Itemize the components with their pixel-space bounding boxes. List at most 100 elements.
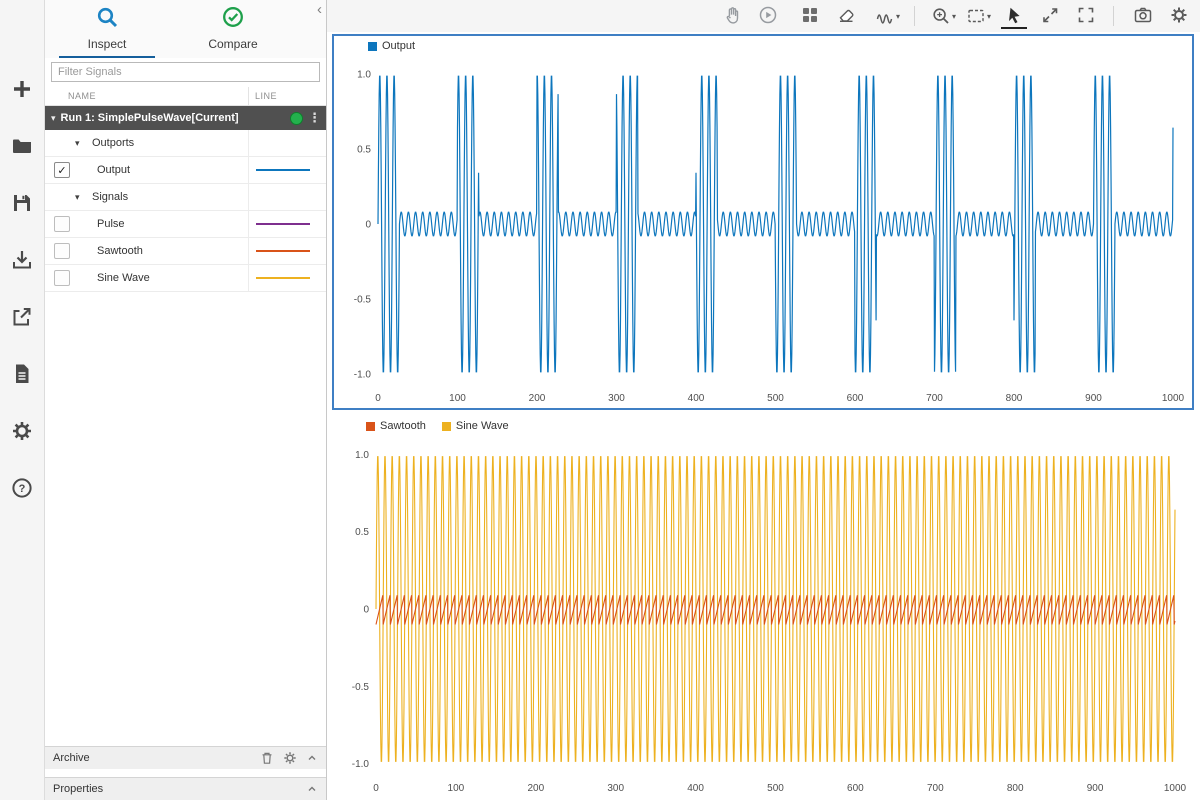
checkbox-cell [45, 243, 77, 259]
legend-item: Output [368, 40, 415, 52]
axis-tick-label: 300 [607, 783, 624, 794]
axis-tick-label: 0 [373, 783, 379, 794]
pan-tool-button[interactable] [719, 3, 745, 29]
axis-tick-label: -0.5 [352, 682, 370, 693]
tab-compare[interactable]: Compare [185, 0, 281, 58]
axis-tick-label: 900 [1087, 783, 1104, 794]
signal-name: Output [97, 164, 248, 176]
preferences-gear-icon [10, 419, 34, 443]
tab-compare-label: Compare [208, 37, 257, 51]
axis-tick-label: 100 [448, 783, 465, 794]
tab-inspect[interactable]: Inspect [59, 0, 155, 58]
run-label: Run 1: SimplePulseWave[Current] [61, 112, 284, 124]
signal-name: Sine Wave [97, 272, 248, 284]
axis-tick-label: 700 [926, 393, 943, 404]
signal-line-sample [256, 277, 310, 279]
pan-hand-icon [722, 5, 742, 25]
tab-inspect-label: Inspect [88, 37, 127, 51]
signal-checkbox[interactable] [54, 270, 70, 286]
legend-key-swatch [442, 422, 451, 431]
subplot-2-chart[interactable]: 010020030040050060070080090010001.00.50-… [332, 436, 1191, 798]
signal-checkbox[interactable]: ✓ [54, 162, 70, 178]
axis-tick-label: 100 [449, 393, 466, 404]
save-button[interactable] [0, 174, 44, 231]
zoom-region-icon [966, 6, 986, 26]
signal-row[interactable]: Pulse [45, 211, 326, 238]
export-button[interactable] [0, 288, 44, 345]
magnifier-icon [95, 5, 119, 34]
axis-tick-label: 0.5 [357, 145, 371, 156]
signal-name: Sawtooth [97, 245, 248, 257]
help-button[interactable]: ? [0, 459, 44, 516]
cursor-select-button[interactable] [1001, 3, 1027, 29]
axis-tick-label: -1.0 [352, 759, 370, 770]
subplot-layout-button[interactable] [797, 3, 823, 29]
series-output[interactable] [378, 76, 1173, 371]
open-folder-icon [10, 134, 34, 158]
legend-key-swatch [366, 422, 375, 431]
subplot-1-chart[interactable]: 010020030040050060070080090010001.00.50-… [334, 56, 1189, 408]
signal-group-row[interactable]: ▾ Signals [45, 184, 326, 211]
subplot-2[interactable]: SawtoothSine Wave 0100200300400500600700… [332, 416, 1194, 798]
filter-row [45, 58, 326, 87]
axis-tick-label: 1000 [1162, 393, 1185, 404]
trash-icon[interactable] [260, 751, 274, 765]
signal-name: Pulse [97, 218, 248, 230]
run-menu-dots-icon[interactable]: ⋮ [308, 110, 321, 126]
layout-grid-icon [800, 5, 820, 25]
import-button[interactable] [0, 231, 44, 288]
signal-row[interactable]: Sawtooth [45, 238, 326, 265]
collapse-properties-chevron-icon[interactable] [306, 783, 318, 795]
replay-button[interactable] [755, 3, 781, 29]
checkbox-cell [45, 216, 77, 232]
clear-plots-button[interactable] [833, 3, 859, 29]
subplot-1-legend: Output [334, 36, 1192, 56]
group-label: Signals [92, 191, 248, 203]
plot-toolbar: ▾ ▾ ▾ [327, 0, 1200, 32]
axis-tick-label: 600 [847, 783, 864, 794]
gear-icon [1169, 5, 1189, 25]
signal-browser-panel: ‹ Inspect Compare NAME LINE ▾ [45, 0, 327, 800]
line-column-cell [248, 238, 326, 264]
signal-row[interactable]: ✓ Output [45, 157, 326, 184]
subplot-1[interactable]: Output 010020030040050060070080090010001… [332, 34, 1194, 410]
zoom-in-icon [931, 6, 951, 26]
open-button[interactable] [0, 117, 44, 174]
signal-checkbox[interactable] [54, 216, 70, 232]
properties-bar[interactable]: Properties [45, 777, 326, 800]
chevron-down-icon[interactable]: ▾ [75, 138, 87, 149]
add-button[interactable] [0, 60, 44, 117]
preferences-button[interactable] [0, 402, 44, 459]
zoom-region-dropdown[interactable]: ▾ [966, 6, 991, 26]
line-column-cell [248, 211, 326, 237]
collapse-archive-chevron-icon[interactable] [306, 752, 318, 764]
eraser-icon [836, 5, 856, 25]
collapse-panel-chevron-icon[interactable]: ‹ [317, 2, 322, 17]
chevron-down-icon[interactable]: ▾ [51, 113, 56, 124]
report-button[interactable] [0, 345, 44, 402]
signal-line-sample [256, 223, 310, 225]
legend-label: Output [382, 40, 415, 52]
axis-tick-label: 300 [608, 393, 625, 404]
signal-group-row[interactable]: ▾ Outports [45, 130, 326, 157]
signal-row[interactable]: Sine Wave [45, 265, 326, 292]
snapshot-button[interactable] [1130, 3, 1156, 29]
legend-item: Sawtooth [366, 420, 426, 432]
group-label: Outports [92, 137, 248, 149]
fit-to-view-button[interactable] [1037, 3, 1063, 29]
check-circle-icon [221, 5, 245, 34]
signal-checkbox[interactable] [54, 243, 70, 259]
chevron-down-icon[interactable]: ▾ [75, 192, 87, 203]
axis-tick-label: 1.0 [355, 450, 369, 461]
signal-line-sample [256, 250, 310, 252]
add-icon [10, 77, 34, 101]
archive-settings-gear-icon[interactable] [283, 751, 297, 765]
run-row[interactable]: ▾ Run 1: SimplePulseWave[Current] ⋮ [45, 106, 326, 130]
archive-bar[interactable]: Archive [45, 746, 326, 769]
svg-text:?: ? [19, 483, 26, 495]
zoom-in-dropdown[interactable]: ▾ [931, 6, 956, 26]
fullscreen-button[interactable] [1073, 3, 1099, 29]
filter-signals-input[interactable] [51, 62, 320, 82]
signal-style-dropdown[interactable]: ▾ [875, 6, 900, 26]
plot-settings-button[interactable] [1166, 3, 1192, 29]
